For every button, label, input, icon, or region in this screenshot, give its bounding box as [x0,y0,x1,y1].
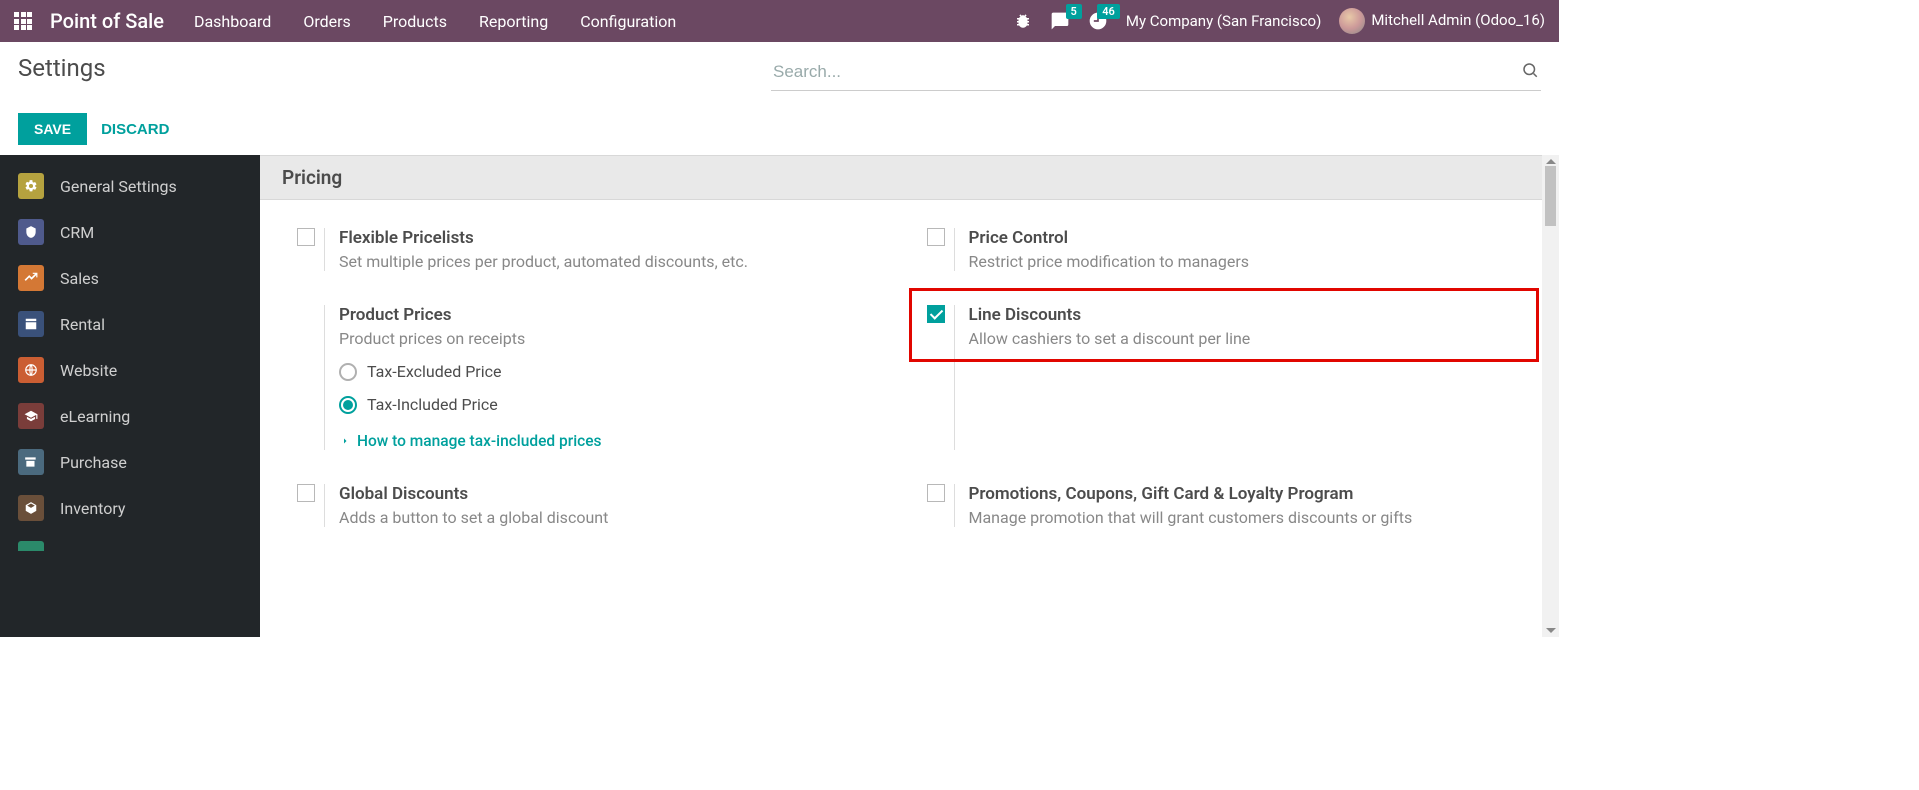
setting-global-discounts: Global Discounts Adds a button to set a … [324,484,900,527]
sidebar-item-cut[interactable] [0,531,260,551]
apps-icon[interactable] [14,12,32,30]
control-panel: Settings SAVE DISCARD [0,42,1559,145]
link-label: How to manage tax-included prices [357,432,602,450]
nav-configuration[interactable]: Configuration [580,12,676,31]
setting-desc: Allow cashiers to set a discount per lin… [969,329,1530,348]
setting-title: Promotions, Coupons, Gift Card & Loyalty… [969,484,1530,504]
sidebar-item-label: eLearning [60,407,130,426]
globe-icon [18,357,44,383]
sidebar-item-elearning[interactable]: eLearning [0,393,260,439]
setting-title: Flexible Pricelists [339,228,900,248]
sidebar-item-rental[interactable]: Rental [0,301,260,347]
activities-badge: 46 [1097,4,1120,19]
setting-desc: Product prices on receipts [339,329,900,348]
sidebar-item-purchase[interactable]: Purchase [0,439,260,485]
checkbox-price-control[interactable] [927,228,945,246]
sidebar-item-label: General Settings [60,177,177,196]
setting-title: Price Control [969,228,1530,248]
scroll-thumb[interactable] [1545,166,1556,226]
setting-price-control: Price Control Restrict price modificatio… [954,228,1530,271]
top-navbar: Point of Sale Dashboard Orders Products … [0,0,1559,42]
scrollbar[interactable] [1542,155,1559,637]
box-icon [18,495,44,521]
key-icon [18,311,44,337]
module-icon [18,541,44,551]
sidebar-item-general-settings[interactable]: General Settings [0,163,260,209]
radio-tax-excluded[interactable]: Tax-Excluded Price [339,362,900,381]
settings-sidebar: General Settings CRM Sales Rental Websit… [0,155,260,637]
radio-label: Tax-Included Price [367,395,498,414]
cart-icon [18,449,44,475]
search-wrap [771,54,1541,91]
arrow-right-icon [339,435,351,447]
radio-icon [339,396,357,414]
messages-icon[interactable]: 5 [1050,11,1070,31]
body: General Settings CRM Sales Rental Websit… [0,155,1559,637]
checkbox-global-discounts[interactable] [297,484,315,502]
radio-label: Tax-Excluded Price [367,362,501,381]
company-selector[interactable]: My Company (San Francisco) [1126,12,1321,30]
chart-icon [18,265,44,291]
radio-tax-included[interactable]: Tax-Included Price [339,395,900,414]
setting-desc: Restrict price modification to managers [969,252,1530,271]
setting-product-prices: Product Prices Product prices on receipt… [324,305,900,450]
debug-icon[interactable] [1014,12,1032,30]
link-tax-included-help[interactable]: How to manage tax-included prices [339,432,900,450]
sidebar-item-label: Sales [60,269,99,288]
setting-flexible-pricelists: Flexible Pricelists Set multiple prices … [324,228,900,271]
nav-orders[interactable]: Orders [303,12,350,31]
checkbox-line-discounts[interactable] [927,305,945,323]
section-pricing-header: Pricing [260,155,1559,200]
sidebar-item-sales[interactable]: Sales [0,255,260,301]
discard-button[interactable]: DISCARD [101,121,169,138]
sidebar-item-label: Rental [60,315,105,334]
search-icon[interactable] [1521,61,1539,83]
user-name: Mitchell Admin (Odoo_16) [1371,11,1545,29]
setting-promotions: Promotions, Coupons, Gift Card & Loyalty… [954,484,1530,527]
activities-icon[interactable]: 46 [1088,11,1108,31]
settings-grid: Flexible Pricelists Set multiple prices … [260,200,1559,537]
setting-title: Global Discounts [339,484,900,504]
handshake-icon [18,219,44,245]
sidebar-item-label: CRM [60,223,94,242]
nav-right: 5 46 My Company (San Francisco) Mitchell… [1014,8,1545,34]
setting-title: Line Discounts [969,305,1530,325]
setting-desc: Manage promotion that will grant custome… [969,508,1530,527]
setting-line-discounts: Line Discounts Allow cashiers to set a d… [954,305,1530,450]
setting-desc: Set multiple prices per product, automat… [339,252,900,271]
sidebar-item-website[interactable]: Website [0,347,260,393]
avatar-icon [1339,8,1365,34]
nav-dashboard[interactable]: Dashboard [194,12,271,31]
checkbox-promotions[interactable] [927,484,945,502]
settings-main: Pricing Flexible Pricelists Set multiple… [260,155,1559,637]
graduation-icon [18,403,44,429]
sidebar-item-label: Inventory [60,499,126,518]
messages-badge: 5 [1066,4,1082,19]
sidebar-item-crm[interactable]: CRM [0,209,260,255]
nav-links: Dashboard Orders Products Reporting Conf… [194,12,676,31]
radio-icon [339,363,357,381]
save-button[interactable]: SAVE [18,113,87,145]
user-menu[interactable]: Mitchell Admin (Odoo_16) [1339,8,1545,34]
page-title: Settings [18,54,106,82]
nav-products[interactable]: Products [383,12,447,31]
scroll-up-icon[interactable] [1546,159,1556,164]
gear-icon [18,173,44,199]
sidebar-item-inventory[interactable]: Inventory [0,485,260,531]
sidebar-item-label: Purchase [60,453,127,472]
setting-desc: Adds a button to set a global discount [339,508,900,527]
scroll-down-icon[interactable] [1546,628,1556,633]
search-input[interactable] [773,58,1521,86]
nav-reporting[interactable]: Reporting [479,12,548,31]
sidebar-item-label: Website [60,361,117,380]
checkbox-flexible-pricelists[interactable] [297,228,315,246]
app-brand[interactable]: Point of Sale [50,9,164,33]
setting-title: Product Prices [339,305,900,325]
